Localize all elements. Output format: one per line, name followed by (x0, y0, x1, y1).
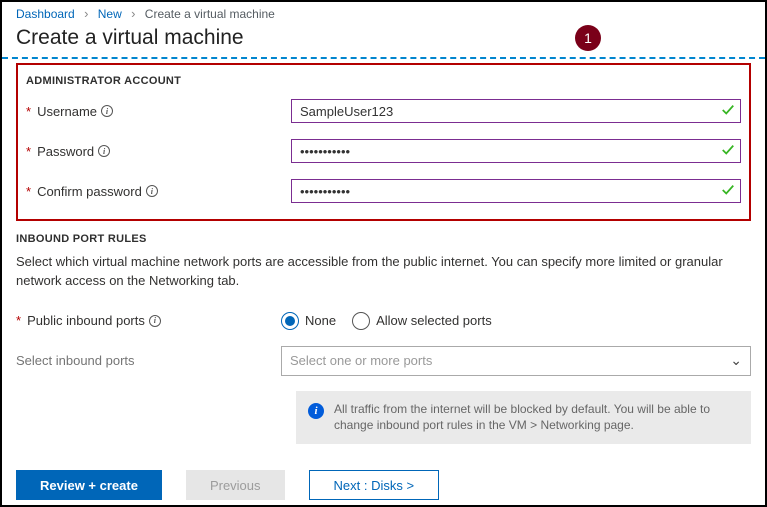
section-title-inbound: INBOUND PORT RULES (16, 233, 751, 245)
info-banner: i All traffic from the internet will be … (296, 391, 751, 445)
info-icon[interactable]: i (146, 185, 158, 197)
radio-icon (352, 312, 370, 330)
checkmark-icon (721, 183, 735, 197)
divider-dashed (2, 57, 765, 59)
radio-icon (281, 312, 299, 330)
checkmark-icon (721, 103, 735, 117)
step-badge: 1 (575, 25, 601, 51)
previous-button[interactable]: Previous (186, 470, 285, 500)
admin-account-section: ADMINISTRATOR ACCOUNT * Username i * Pas… (16, 63, 751, 221)
breadcrumb-new[interactable]: New (98, 7, 122, 21)
info-icon[interactable]: i (101, 105, 113, 117)
chevron-right-icon (125, 7, 141, 21)
next-disks-button[interactable]: Next : Disks > (309, 470, 440, 500)
inbound-description: Select which virtual machine network por… (16, 253, 751, 291)
breadcrumb-current: Create a virtual machine (145, 7, 275, 21)
radio-allow-selected[interactable]: Allow selected ports (352, 312, 492, 330)
required-asterisk: * (26, 184, 31, 199)
section-title-admin: ADMINISTRATOR ACCOUNT (26, 75, 741, 87)
select-inbound-ports-dropdown[interactable]: Select one or more ports ⌄ (281, 346, 751, 376)
confirm-password-input[interactable] (291, 179, 741, 203)
password-input[interactable] (291, 139, 741, 163)
username-input[interactable] (291, 99, 741, 123)
password-label: Password (37, 144, 94, 159)
select-placeholder: Select one or more ports (290, 353, 432, 368)
info-banner-text: All traffic from the internet will be bl… (334, 401, 739, 435)
page-title: Create a virtual machine (16, 26, 244, 50)
info-icon[interactable]: i (98, 145, 110, 157)
chevron-right-icon (78, 7, 94, 21)
radio-allow-label: Allow selected ports (376, 313, 492, 328)
public-inbound-ports-label: Public inbound ports (27, 313, 145, 328)
radio-none[interactable]: None (281, 312, 336, 330)
info-icon: i (308, 403, 324, 419)
chevron-down-icon: ⌄ (730, 352, 742, 369)
select-inbound-ports-label: Select inbound ports (16, 353, 281, 368)
breadcrumb-dashboard[interactable]: Dashboard (16, 7, 75, 21)
checkmark-icon (721, 143, 735, 157)
radio-none-label: None (305, 313, 336, 328)
confirm-password-label: Confirm password (37, 184, 142, 199)
required-asterisk: * (26, 104, 31, 119)
required-asterisk: * (26, 144, 31, 159)
review-create-button[interactable]: Review + create (16, 470, 162, 500)
info-icon[interactable]: i (149, 315, 161, 327)
breadcrumb: Dashboard New Create a virtual machine (2, 2, 765, 23)
required-asterisk: * (16, 313, 21, 328)
username-label: Username (37, 104, 97, 119)
